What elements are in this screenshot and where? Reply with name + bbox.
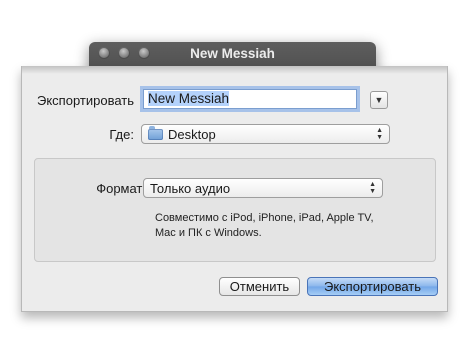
format-value: Только аудио bbox=[150, 180, 231, 196]
up-down-arrows-icon: ▲ ▼ bbox=[369, 181, 376, 195]
format-description-line: Совместимо с iPod, iPhone, iPad, Apple T… bbox=[155, 212, 374, 224]
zoom-window-button[interactable] bbox=[138, 47, 150, 59]
format-description-line: Mac и ПК с Windows. bbox=[155, 227, 262, 239]
sheet-shadow bbox=[22, 66, 447, 74]
where-popup[interactable]: Desktop ▲ ▼ bbox=[141, 124, 390, 144]
where-label: Где: bbox=[109, 127, 134, 142]
window-titlebar: New Messiah bbox=[89, 42, 376, 66]
window-title: New Messiah bbox=[190, 46, 275, 61]
format-label: Формат: bbox=[96, 181, 146, 196]
expand-browser-button[interactable]: ▼ bbox=[370, 91, 388, 109]
up-down-arrows-icon: ▲ ▼ bbox=[376, 127, 383, 141]
export-name-input[interactable]: New Messiah bbox=[143, 89, 357, 109]
export-sheet: Экспортировать New Messiah ▼ Где: Deskto… bbox=[21, 66, 448, 312]
format-popup[interactable]: Только аудио ▲ ▼ bbox=[143, 178, 383, 198]
folder-icon bbox=[148, 125, 163, 140]
where-value: Desktop bbox=[168, 126, 216, 142]
cancel-button[interactable]: Отменить bbox=[219, 277, 300, 296]
format-description: Совместимо с iPod, iPhone, iPad, Apple T… bbox=[155, 211, 415, 241]
minimize-window-button[interactable] bbox=[118, 47, 130, 59]
export-name-value: New Messiah bbox=[148, 91, 230, 106]
close-window-button[interactable] bbox=[98, 47, 110, 59]
format-group: Формат: Только аудио ▲ ▼ Совместимо с iPo… bbox=[34, 158, 436, 262]
chevron-down-icon: ▼ bbox=[374, 95, 384, 105]
export-button[interactable]: Экспортировать bbox=[307, 277, 438, 296]
export-as-label: Экспортировать bbox=[37, 93, 134, 108]
